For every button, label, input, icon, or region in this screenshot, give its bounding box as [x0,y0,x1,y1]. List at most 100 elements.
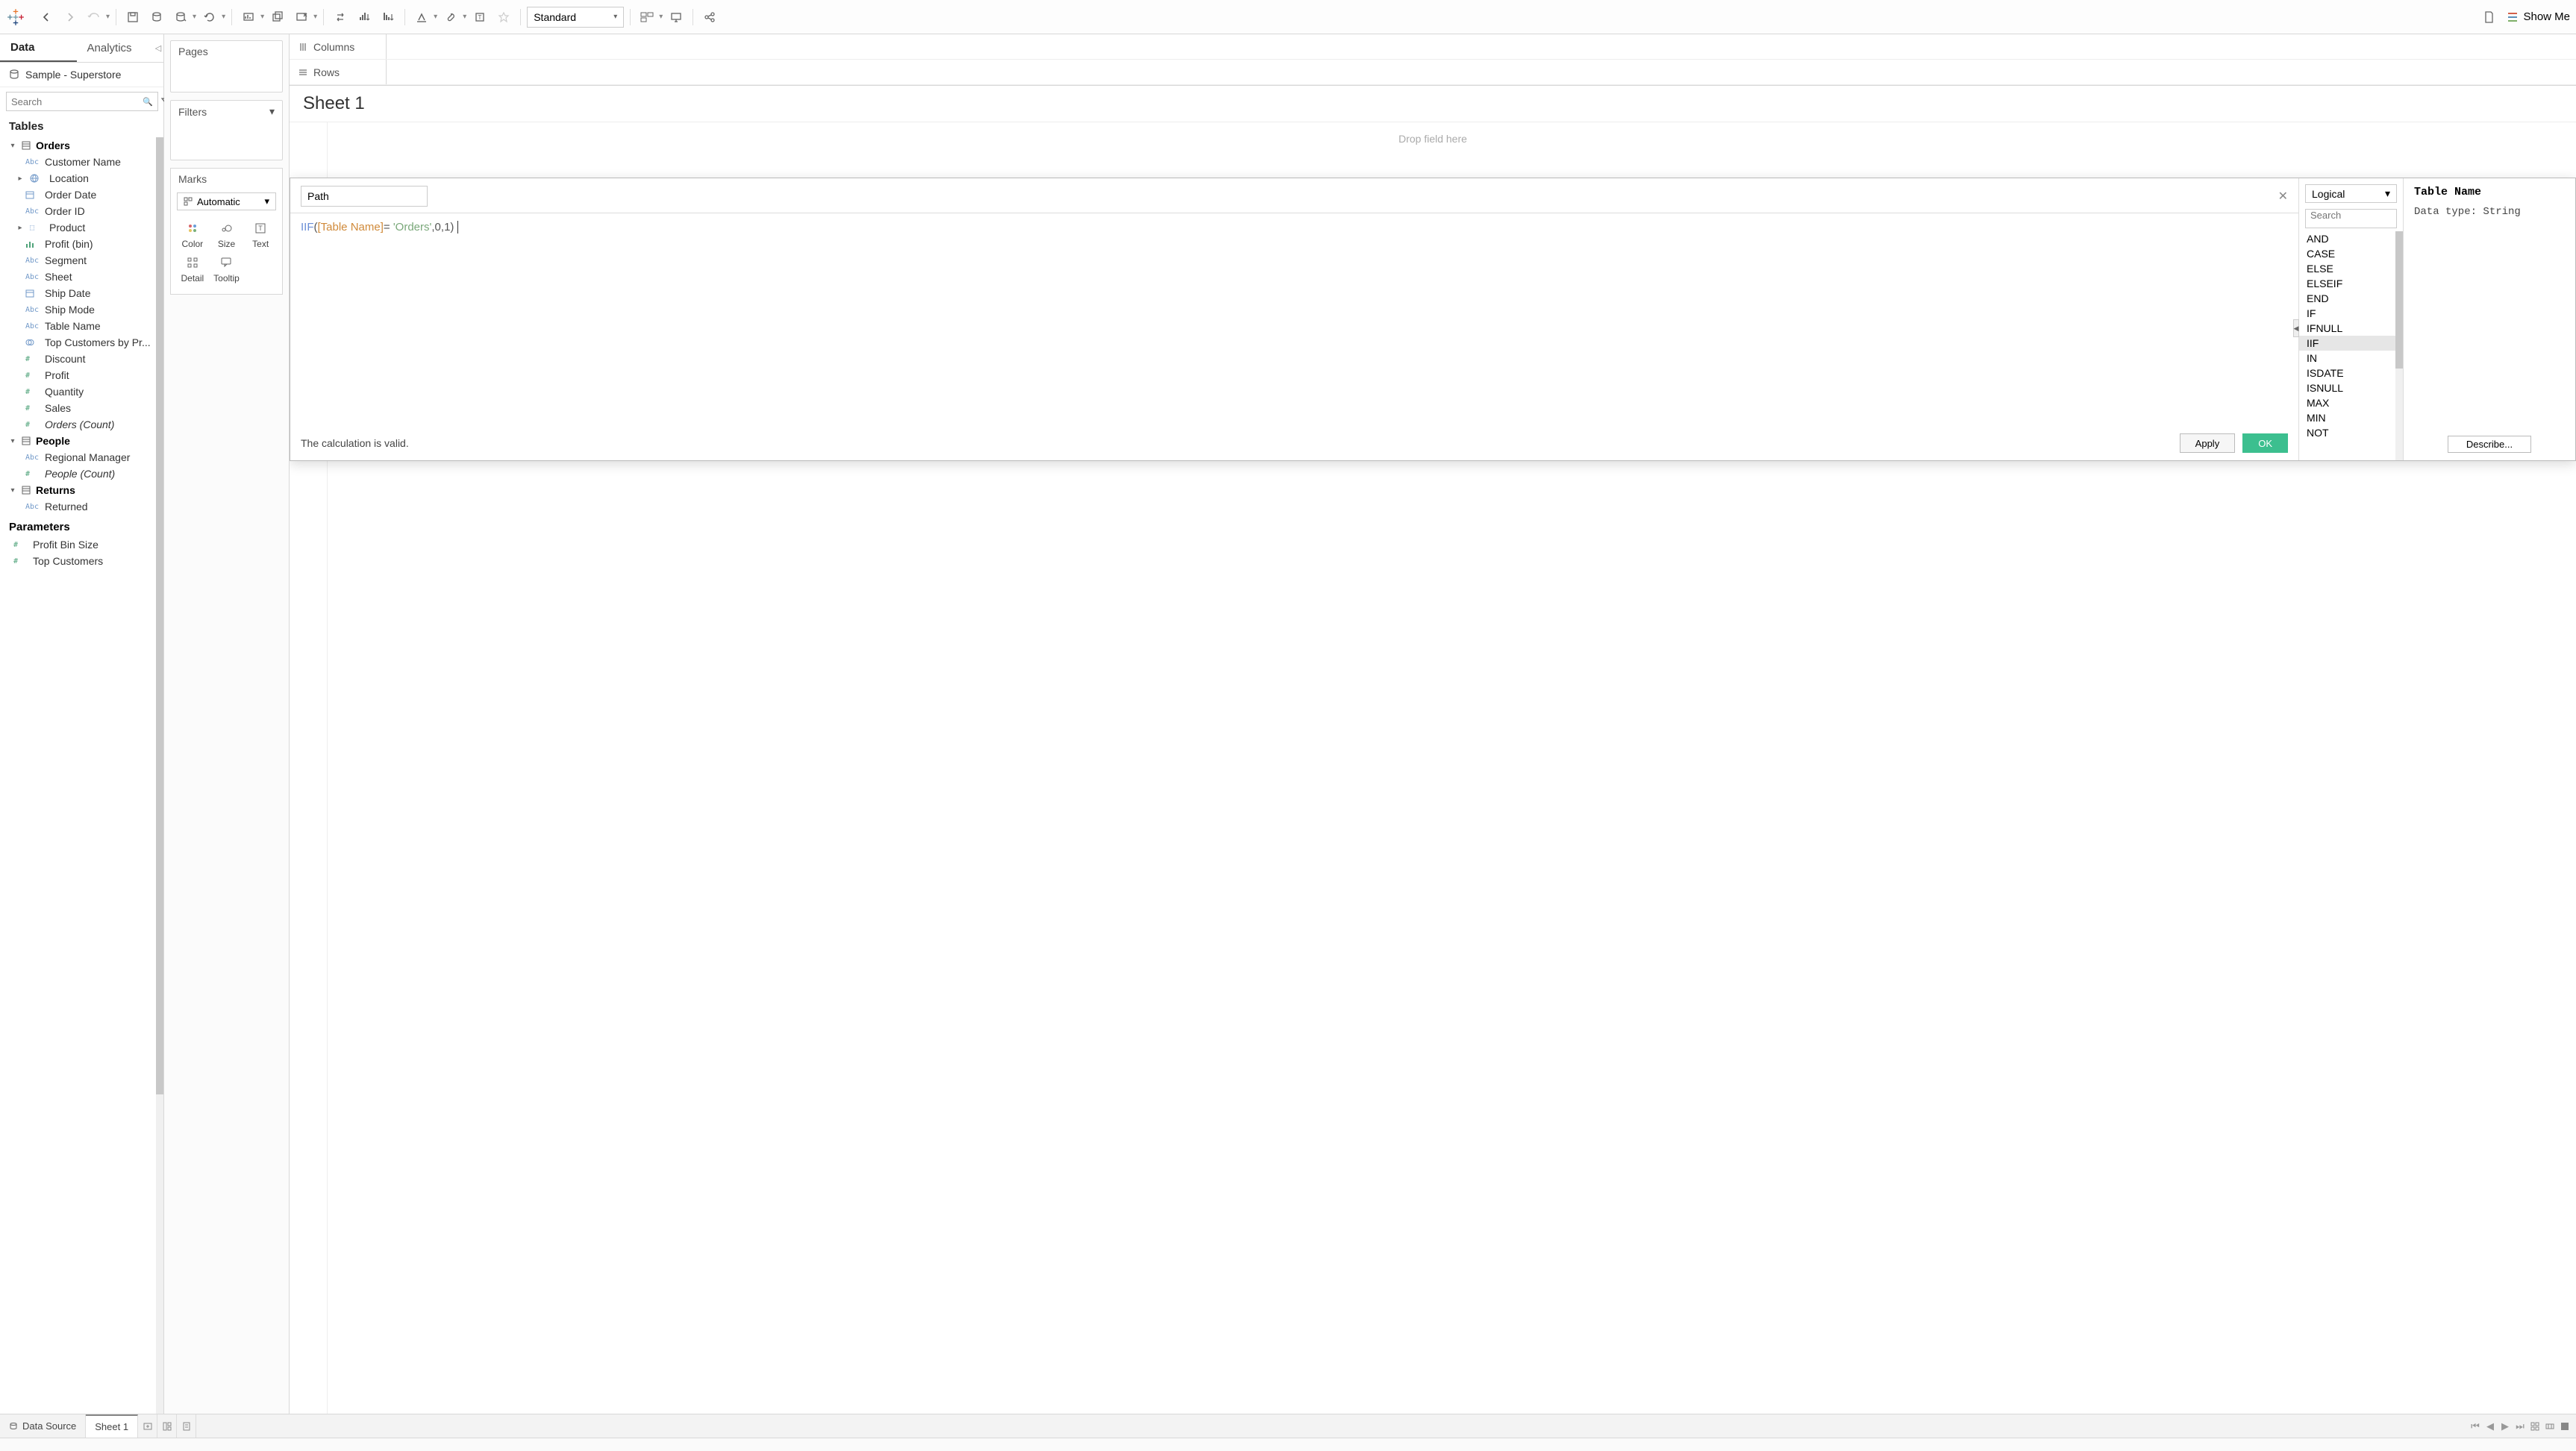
marks-detail-button[interactable]: Detail [175,252,210,286]
tab-analytics[interactable]: Analytics [77,34,154,62]
describe-button[interactable]: Describe... [2448,436,2531,453]
pin-button[interactable] [493,7,514,28]
function-search-input[interactable] [2305,209,2397,228]
cards-dropdown-icon[interactable]: ▾ [659,13,663,21]
sorter-icon[interactable] [2558,1420,2572,1433]
field-row[interactable]: AbcOrder ID [0,203,163,219]
nav-prev-icon[interactable]: ◀ [2483,1420,2497,1433]
save-button[interactable] [122,7,143,28]
refresh-button[interactable] [199,7,220,28]
function-item[interactable]: CASE [2299,246,2403,261]
field-row[interactable]: ▸⬚Product [0,219,163,236]
field-row[interactable]: #Profit [0,367,163,383]
new-sheet-icon[interactable] [138,1414,157,1438]
function-item[interactable]: AND [2299,231,2403,246]
nav-last-icon[interactable]: ⏭ [2513,1420,2527,1433]
marks-size-button[interactable]: Size [210,218,244,252]
highlight-button[interactable] [411,7,432,28]
duplicate-button[interactable] [267,7,288,28]
function-item[interactable]: ELSEIF [2299,276,2403,291]
field-row[interactable]: #Quantity [0,383,163,400]
field-row[interactable]: #Sales [0,400,163,416]
function-item[interactable]: MIN [2299,410,2403,425]
swap-button[interactable] [330,7,351,28]
filters-menu-icon[interactable]: ▾ [269,105,275,118]
marks-text-button[interactable]: TText [243,218,278,252]
attach-dropdown-icon[interactable]: ▾ [463,13,466,21]
field-row[interactable]: AbcShip Mode [0,301,163,318]
tab-view-icon[interactable] [2528,1420,2542,1433]
datasource-row[interactable]: Sample - Superstore [0,63,163,87]
collapse-panel-icon[interactable]: ◁ [153,34,163,62]
function-item[interactable]: ELSE [2299,261,2403,276]
apply-button[interactable]: Apply [2180,433,2236,453]
field-row[interactable]: AbcTable Name [0,318,163,334]
function-category-select[interactable]: Logical▾ [2305,184,2397,203]
tab-data-source[interactable]: Data Source [0,1414,86,1438]
table-row[interactable]: ▾Returns [0,482,163,498]
field-row[interactable]: #Discount [0,351,163,367]
share-button[interactable] [699,7,720,28]
cards-button[interactable] [637,7,657,28]
function-item[interactable]: IFNULL [2299,321,2403,336]
field-row[interactable]: #People (Count) [0,466,163,482]
parameter-row[interactable]: #Top Customers [0,553,163,569]
rows-shelf[interactable]: Rows [290,60,2576,85]
filmstrip-icon[interactable] [2543,1420,2557,1433]
field-search-input[interactable]: 🔍 [6,92,158,111]
clear-dropdown-icon[interactable]: ▾ [313,13,317,21]
function-item[interactable]: NOT [2299,425,2403,440]
field-row[interactable]: Ship Date [0,285,163,301]
worksheet-dropdown-icon[interactable]: ▾ [260,13,264,21]
sort-asc-button[interactable] [354,7,375,28]
highlight-dropdown-icon[interactable]: ▾ [434,13,437,21]
fit-mode-select[interactable]: Standard ▾ [527,7,624,28]
function-item[interactable]: END [2299,291,2403,306]
collapse-functions-icon[interactable]: ◀ [2293,319,2299,337]
function-scrollbar[interactable] [2395,231,2403,460]
field-row[interactable]: Profit (bin) [0,236,163,252]
function-item[interactable]: IIF [2299,336,2403,351]
pages-shelf[interactable]: Pages [170,40,283,93]
calc-name-input[interactable] [301,186,428,207]
pause-updates-button[interactable] [170,7,191,28]
undo-dropdown-icon[interactable]: ▾ [106,13,110,21]
new-dashboard-icon[interactable] [157,1414,177,1438]
filters-shelf[interactable]: Filters▾ [170,100,283,160]
calc-formula-editor[interactable]: IIF([Table Name]= 'Orders',0,1) [301,219,2288,427]
data-dropdown-icon[interactable]: ▾ [193,13,196,21]
field-row[interactable]: AbcCustomer Name [0,154,163,170]
field-row[interactable]: ▸Location [0,170,163,187]
tree-scrollbar[interactable] [156,137,163,1414]
sheet-title[interactable]: Sheet 1 [290,86,2576,122]
refresh-dropdown-icon[interactable]: ▾ [222,13,225,21]
table-row[interactable]: ▾Orders [0,137,163,154]
field-row[interactable]: Top Customers by Pr... [0,334,163,351]
field-row[interactable]: AbcReturned [0,498,163,515]
function-item[interactable]: ISNULL [2299,380,2403,395]
presentation-button[interactable] [666,7,687,28]
function-item[interactable]: IF [2299,306,2403,321]
field-row[interactable]: Order Date [0,187,163,203]
function-item[interactable]: MAX [2299,395,2403,410]
field-row[interactable]: AbcSegment [0,252,163,269]
function-item[interactable]: ISDATE [2299,366,2403,380]
forward-button[interactable] [60,7,81,28]
columns-shelf[interactable]: Columns [290,34,2576,60]
undo-button[interactable] [84,7,104,28]
nav-first-icon[interactable]: ⏮ [2469,1420,2482,1433]
attach-button[interactable] [440,7,461,28]
back-button[interactable] [36,7,57,28]
tab-data[interactable]: Data [0,34,77,62]
function-item[interactable]: IN [2299,351,2403,366]
marks-tooltip-button[interactable]: Tooltip [210,252,244,286]
field-row[interactable]: AbcSheet [0,269,163,285]
new-story-icon[interactable] [177,1414,196,1438]
totals-button[interactable]: T [469,7,490,28]
field-row[interactable]: AbcRegional Manager [0,449,163,466]
new-worksheet-button[interactable] [238,7,259,28]
ok-button[interactable]: OK [2242,433,2288,453]
marks-color-button[interactable]: Color [175,218,210,252]
table-row[interactable]: ▾People [0,433,163,449]
parameter-row[interactable]: #Profit Bin Size [0,536,163,553]
